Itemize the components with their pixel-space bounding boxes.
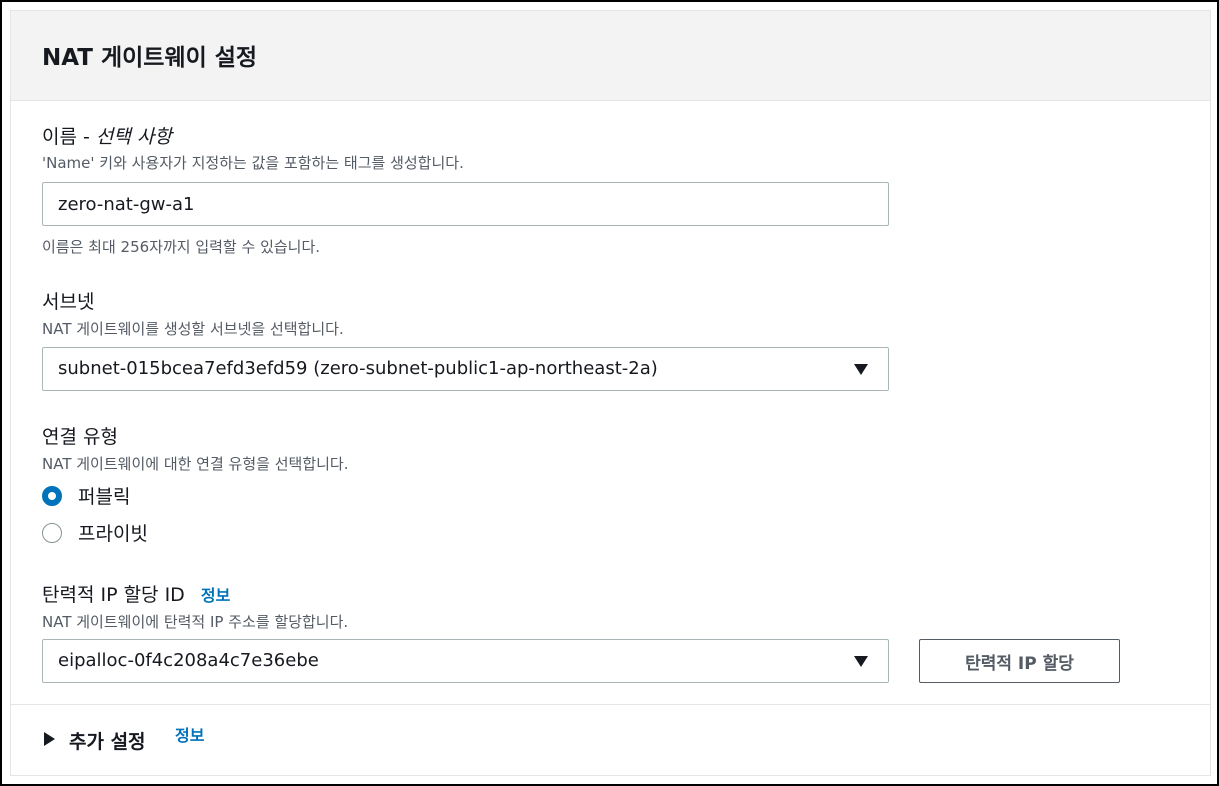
- eip-label-text: 탄력적 IP 할당 ID: [42, 584, 185, 606]
- panel-title: NAT 게이트웨이 설정: [42, 45, 258, 71]
- additional-settings-label: 추가 설정: [69, 731, 146, 753]
- subnet-select-value: subnet-015bcea7efd3efd59 (zero-subnet-pu…: [58, 358, 658, 379]
- caret-down-icon: [854, 656, 868, 667]
- caret-right-icon: [44, 732, 55, 746]
- eip-info-link[interactable]: 정보: [201, 586, 230, 605]
- allocate-eip-button[interactable]: 탄력적 IP 할당: [919, 639, 1120, 683]
- eip-select[interactable]: eipalloc-0f4c208a4c7e36ebe: [42, 639, 889, 683]
- eip-description: NAT 게이트웨이에 탄력적 IP 주소를 할당합니다.: [42, 613, 349, 631]
- radio-public-button[interactable]: [42, 486, 62, 506]
- name-label-optional: 선택 사항: [95, 126, 172, 148]
- screen-frame: NAT 게이트웨이 설정 이름 - 선택 사항 'Name' 키와 사용자가 지…: [0, 0, 1219, 786]
- name-label: 이름 - 선택 사항: [42, 122, 172, 149]
- name-description: 'Name' 키와 사용자가 지정하는 값을 포함하는 태그를 생성합니다.: [42, 154, 464, 172]
- additional-settings-info-link[interactable]: 정보: [175, 722, 204, 746]
- eip-label: 탄력적 IP 할당 ID 정보: [42, 580, 230, 607]
- caret-down-icon: [854, 364, 868, 375]
- name-input[interactable]: [42, 182, 889, 226]
- section-divider: [11, 704, 1210, 705]
- subnet-label: 서브넷: [42, 291, 95, 313]
- subnet-select[interactable]: subnet-015bcea7efd3efd59 (zero-subnet-pu…: [42, 347, 889, 391]
- name-label-text: 이름 -: [42, 126, 96, 148]
- subnet-description: NAT 게이트웨이를 생성할 서브넷을 선택합니다.: [42, 320, 344, 338]
- connectivity-label: 연결 유형: [42, 426, 118, 448]
- radio-private-label: 프라이빗: [78, 523, 148, 545]
- name-hint: 이름은 최대 256자까지 입력할 수 있습니다.: [42, 238, 321, 256]
- panel-header: NAT 게이트웨이 설정: [11, 11, 1210, 101]
- connectivity-description: NAT 게이트웨이에 대한 연결 유형을 선택합니다.: [42, 455, 349, 473]
- radio-private-button[interactable]: [42, 523, 62, 543]
- nat-gateway-settings-panel: NAT 게이트웨이 설정 이름 - 선택 사항 'Name' 키와 사용자가 지…: [10, 10, 1211, 776]
- radio-public-label: 퍼블릭: [78, 486, 131, 508]
- eip-select-value: eipalloc-0f4c208a4c7e36ebe: [58, 650, 319, 671]
